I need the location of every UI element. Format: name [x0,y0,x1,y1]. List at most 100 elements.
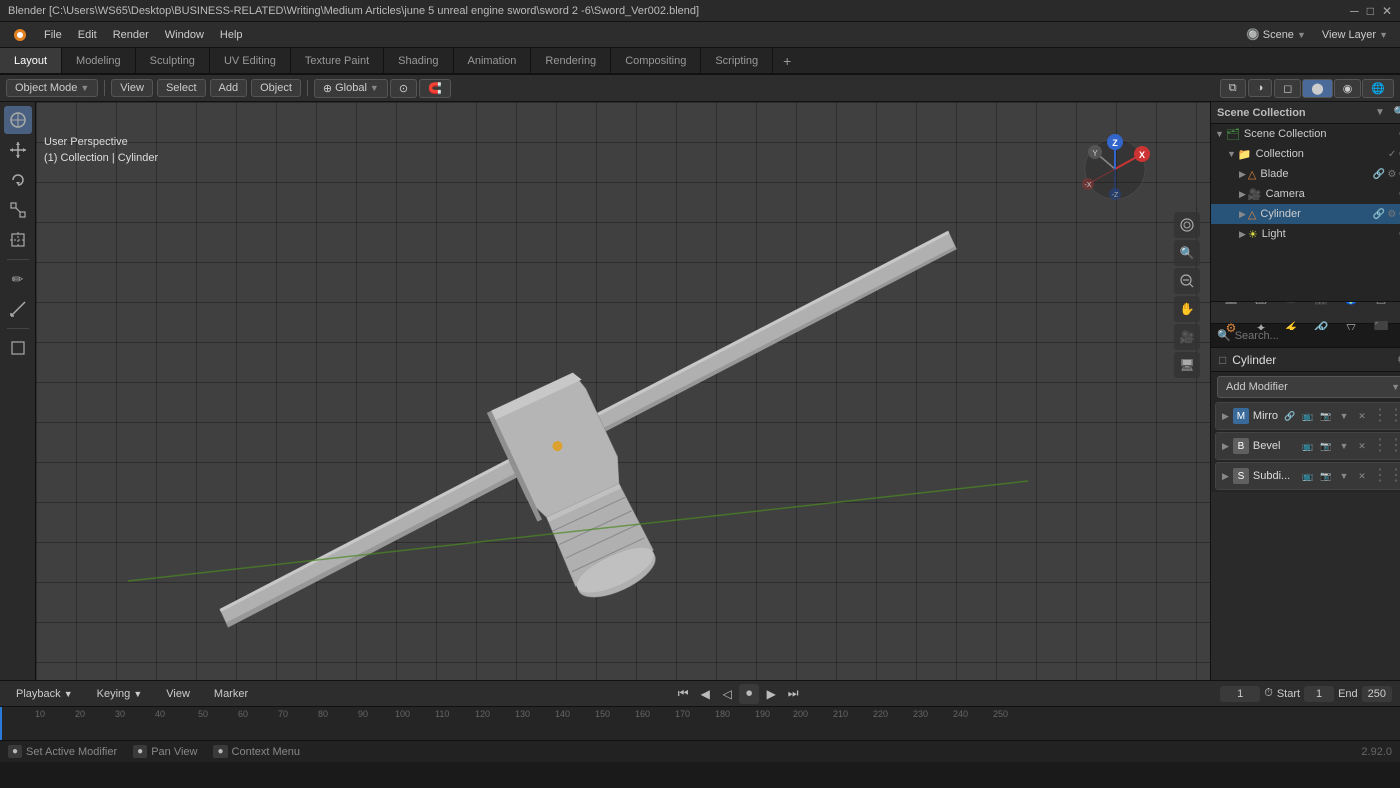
snap-btn[interactable]: 🧲 [419,79,451,98]
outliner-blade[interactable]: ▶ △ Blade 🔗 ⚙ 👁 [1211,164,1400,184]
overlay-btn[interactable]: ⧉ [1220,79,1246,98]
end-frame-input[interactable]: 250 [1362,686,1392,702]
pan-btn[interactable]: ✋ [1174,296,1200,322]
menu-file[interactable]: File [36,26,70,44]
bevel-delete-btn[interactable]: ✕ [1354,438,1370,454]
output-props-btn[interactable]: 🖨 [1247,302,1275,312]
outliner-scene-collection[interactable]: ▼ 🗂 Scene Collection 👁 [1211,124,1400,144]
render-view-btn[interactable]: 🖥 [1174,352,1200,378]
play-btn[interactable]: ⏺ [739,684,759,704]
measure-tool-btn[interactable] [4,295,32,323]
camera-perspective-btn[interactable] [1174,212,1200,238]
outliner-search-btn[interactable]: 🔍 [1391,104,1400,122]
view-menu-btn[interactable]: View [111,79,153,97]
mirror-drag-handle[interactable]: ⋮⋮ [1372,408,1400,424]
tab-shading[interactable]: Shading [384,48,453,73]
mirror-render-btn[interactable]: 📷 [1318,408,1334,424]
outliner-collection[interactable]: ▼ 📁 Collection ✓ 👁 [1211,144,1400,164]
material-btn[interactable]: ◉ [1334,79,1362,98]
bevel-render-btn[interactable]: 📷 [1318,438,1334,454]
window-controls[interactable]: ─ □ ✕ [1350,4,1392,18]
subsurf-realtime-btn[interactable]: 📺 [1300,468,1316,484]
menu-edit[interactable]: Edit [70,26,105,44]
bevel-modifier-header[interactable]: ▶ B Bevel 📺 📷 ▼ ✕ ⋮⋮ [1216,433,1400,459]
add-cube-btn[interactable] [4,334,32,362]
jump-to-end-btn[interactable]: ⏭ [783,684,803,704]
view-layer-selector[interactable]: View Layer ▼ [1314,26,1396,44]
view-menu-btn[interactable]: View [158,686,198,702]
proportional-edit-btn[interactable]: ⊙ [390,79,417,98]
playback-menu-btn[interactable]: Playback ▼ [8,686,81,702]
view-layer-props-btn[interactable]: ⊞ [1277,302,1305,312]
wireframe-btn[interactable]: ◻ [1274,79,1301,98]
tab-scripting[interactable]: Scripting [701,48,773,73]
scale-tool-btn[interactable] [4,196,32,224]
mirror-modifier-header[interactable]: ▶ M Mirro 🔗 📺 📷 ▼ ✕ ⋮⋮ [1216,403,1400,429]
next-frame-btn[interactable]: ▶ [761,684,781,704]
tab-modeling[interactable]: Modeling [62,48,136,73]
mirror-delete-btn[interactable]: ✕ [1354,408,1370,424]
menu-help[interactable]: Help [212,26,251,44]
subsurf-delete-btn[interactable]: ✕ [1354,468,1370,484]
mirror-icon1[interactable]: 🔗 [1282,408,1298,424]
outliner-cylinder[interactable]: ▶ △ Cylinder 🔗 ⚙ 👁 [1211,204,1400,224]
prev-frame-btn[interactable]: ◀ [695,684,715,704]
bevel-realtime-btn[interactable]: 📺 [1300,438,1316,454]
render-props-btn[interactable]: 🖥 [1217,302,1245,312]
subsurf-drag-handle[interactable]: ⋮⋮ [1372,468,1400,484]
tab-uv-editing[interactable]: UV Editing [210,48,291,73]
zoom-out-btn[interactable] [1174,268,1200,294]
viewport-3d[interactable]: User Perspective (1) Collection | Cylind… [36,102,1210,680]
mirror-realtime-btn[interactable]: 📺 [1300,408,1316,424]
transform-tool-btn[interactable] [4,226,32,254]
add-menu-btn[interactable]: Add [210,79,248,97]
scene-selector[interactable]: 🔘 Scene ▼ [1238,25,1314,44]
zoom-in-btn[interactable]: 🔍 [1174,240,1200,266]
mode-selector[interactable]: Object Mode ▼ [6,79,98,97]
menu-render[interactable]: Render [105,26,157,44]
subdivision-modifier-header[interactable]: ▶ S Subdi... 📺 📷 ▼ ✕ ⋮⋮ [1216,463,1400,489]
render-btn[interactable]: 🌐 [1362,79,1394,98]
add-modifier-button[interactable]: Add Modifier ▼ [1217,376,1400,398]
tab-sculpting[interactable]: Sculpting [136,48,210,73]
world-props-btn[interactable]: 🌍 [1337,302,1365,312]
current-frame-input[interactable]: 1 [1220,686,1260,702]
play-reverse-btn[interactable]: ◁ [717,684,737,704]
solid-btn[interactable]: ⬤ [1302,79,1332,98]
object-menu-btn[interactable]: Object [251,79,301,97]
bevel-toggle-btn[interactable]: ▼ [1336,438,1352,454]
keying-menu-btn[interactable]: Keying ▼ [89,686,151,702]
tab-layout[interactable]: Layout [0,48,62,73]
properties-search-input[interactable] [1235,330,1400,342]
tab-compositing[interactable]: Compositing [611,48,701,73]
axis-gizmo[interactable]: X Y Z -X -Z [1080,134,1150,204]
subsurf-render-btn[interactable]: 📷 [1318,468,1334,484]
move-tool-btn[interactable] [4,136,32,164]
timeline-content[interactable]: 10 20 30 40 50 60 70 80 90 100 110 120 1… [0,707,1400,740]
jump-to-start-btn[interactable]: ⏮ [673,684,693,704]
tab-animation[interactable]: Animation [454,48,532,73]
global-selector[interactable]: ⊕ Global ▼ [314,79,388,98]
marker-menu-btn[interactable]: Marker [206,686,256,702]
object-props-btn[interactable]: △ [1367,302,1395,312]
collection-visibility-icon[interactable]: ✓ [1388,149,1396,160]
xray-btn[interactable]: ◑ [1248,79,1273,97]
rotate-tool-btn[interactable] [4,166,32,194]
subsurf-toggle-btn[interactable]: ▼ [1336,468,1352,484]
scene-props-btn[interactable]: 🎬 [1307,302,1335,312]
maximize-button[interactable]: □ [1367,4,1374,18]
start-frame-input[interactable]: 1 [1304,686,1334,702]
outliner-camera[interactable]: ▶ 🎥 Camera 👁 [1211,184,1400,204]
tab-texture-paint[interactable]: Texture Paint [291,48,384,73]
bevel-drag-handle[interactable]: ⋮⋮ [1372,438,1400,454]
camera-view-btn[interactable]: 🎥 [1174,324,1200,350]
cursor-tool-btn[interactable] [4,106,32,134]
add-workspace-button[interactable]: + [773,48,801,73]
close-button[interactable]: ✕ [1382,4,1392,18]
tab-rendering[interactable]: Rendering [531,48,611,73]
outliner-light[interactable]: ▶ ☀ Light 👁 [1211,224,1400,244]
mirror-toggle-btn[interactable]: ▼ [1336,408,1352,424]
menu-blender[interactable] [4,24,36,46]
outliner-filter-btn[interactable]: ▼ [1371,104,1389,122]
select-menu-btn[interactable]: Select [157,79,206,97]
